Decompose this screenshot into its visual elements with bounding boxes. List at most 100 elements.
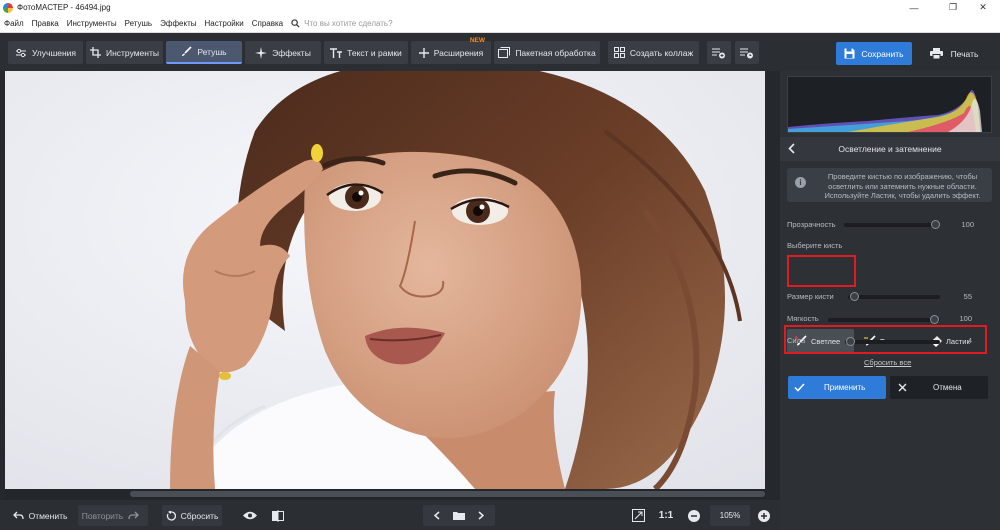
prev-file-button[interactable] xyxy=(427,511,447,520)
menu-edit[interactable]: Правка xyxy=(32,19,59,28)
print-label: Печать xyxy=(950,48,979,59)
minimize-button[interactable]: — xyxy=(897,0,931,15)
menu-tools[interactable]: Инструменты xyxy=(67,19,117,28)
list-add-icon xyxy=(712,48,725,58)
right-panel: Осветление и затемнение i Проведите кист… xyxy=(780,71,1000,530)
back-arrow-icon[interactable] xyxy=(788,143,795,154)
histogram xyxy=(787,76,992,133)
compare-icon xyxy=(272,509,284,522)
cancel-button[interactable]: Отмена xyxy=(890,376,988,399)
brush-lighter-label: Светлее xyxy=(811,336,841,346)
fit-screen-icon xyxy=(631,509,645,522)
tab-text-frames[interactable]: Текст и рамки xyxy=(324,41,408,64)
tab-tools[interactable]: Инструменты xyxy=(86,41,163,64)
panel-title: Осветление и затемнение xyxy=(838,144,942,154)
opacity-label: Прозрачность xyxy=(787,220,836,229)
tab-extensions[interactable]: Расширения NEW xyxy=(411,37,491,64)
actual-size-button[interactable]: 1:1 xyxy=(654,505,678,526)
info-icon: i xyxy=(795,177,806,188)
scrollbar-thumb[interactable] xyxy=(130,491,765,497)
next-file-button[interactable] xyxy=(471,511,491,520)
save-label: Сохранить xyxy=(861,48,904,59)
tab-text-frames-label: Текст и рамки xyxy=(347,47,402,58)
checkmark-icon xyxy=(794,383,805,392)
opacity-slider-knob[interactable] xyxy=(931,220,940,229)
undo-button[interactable]: Отменить xyxy=(8,505,72,526)
tab-enhancements[interactable]: Улучшения xyxy=(8,41,83,64)
brush-select-label: Выберите кисть xyxy=(787,241,843,250)
reset-icon xyxy=(166,510,176,521)
list-clock-icon xyxy=(740,48,753,58)
save-button[interactable]: Сохранить xyxy=(836,42,912,65)
menu-help[interactable]: Справка xyxy=(252,19,283,28)
highlight-box-brush xyxy=(787,255,856,287)
batch-icon xyxy=(498,47,511,58)
brush-size-value: 55 xyxy=(963,292,972,301)
strength-label: Сила xyxy=(787,336,806,345)
opacity-slider[interactable] xyxy=(844,223,939,227)
apply-label: Применить xyxy=(824,383,866,392)
open-folder-button[interactable] xyxy=(447,511,471,520)
redo-label: Повторить xyxy=(81,510,124,521)
strength-value: 4 xyxy=(967,336,972,345)
softness-slider[interactable] xyxy=(828,318,940,322)
reset-button[interactable]: Сбросить xyxy=(162,505,222,526)
redo-button[interactable]: Повторить xyxy=(78,505,148,526)
batch-history-button[interactable] xyxy=(735,41,759,64)
redo-icon xyxy=(128,511,140,520)
horizontal-scrollbar[interactable] xyxy=(5,489,765,499)
maximize-button[interactable]: ❐ xyxy=(936,0,970,15)
photo-canvas[interactable] xyxy=(5,71,765,489)
strength-slider[interactable] xyxy=(845,340,940,344)
apply-button[interactable]: Применить xyxy=(788,376,886,399)
batch-add-button[interactable] xyxy=(707,41,731,64)
brush-size-label: Размер кисти xyxy=(787,292,834,301)
tab-tools-label: Инструменты xyxy=(105,47,159,58)
menu-effects[interactable]: Эффекты xyxy=(160,19,196,28)
menu-settings[interactable]: Настройки xyxy=(204,19,243,28)
tab-extensions-label: Расширения xyxy=(433,47,484,58)
tab-enhancements-label: Улучшения xyxy=(31,47,77,58)
fit-screen-button[interactable] xyxy=(628,505,648,526)
tab-effects[interactable]: Эффекты xyxy=(245,41,321,64)
tab-collage-label: Создать коллаж xyxy=(629,47,694,58)
bottom-bar: Отменить Повторить Сбросить 1:1 105% xyxy=(0,500,780,530)
sliders-icon xyxy=(15,48,26,57)
info-text: Проведите кистью по изображению, чтобы о… xyxy=(824,172,981,200)
portrait-photo xyxy=(5,71,765,489)
plus-circle-icon xyxy=(758,509,770,522)
softness-slider-knob[interactable] xyxy=(930,315,939,324)
brush-size-slider-knob[interactable] xyxy=(850,292,859,301)
tab-retouch[interactable]: Ретушь xyxy=(166,41,242,64)
brush-size-slider[interactable] xyxy=(848,295,940,299)
strength-slider-knob[interactable] xyxy=(846,337,855,346)
menu-search[interactable]: Что вы хотите сделать? xyxy=(291,19,393,28)
floppy-icon xyxy=(844,48,855,59)
crop-icon xyxy=(89,47,101,58)
menu-bar: Файл Правка Инструменты Ретушь Эффекты Н… xyxy=(0,15,1000,33)
zoom-out-button[interactable] xyxy=(686,505,702,526)
zoom-level[interactable]: 105% xyxy=(710,505,750,526)
brush-icon xyxy=(182,46,192,56)
close-window-button[interactable]: ✕ xyxy=(966,0,1000,15)
compare-button[interactable] xyxy=(268,505,288,526)
folder-icon xyxy=(453,512,465,520)
histogram-graph xyxy=(788,89,982,132)
search-placeholder: Что вы хотите сделать? xyxy=(304,19,393,28)
plus-icon xyxy=(418,47,429,58)
tab-collage[interactable]: Создать коллаж xyxy=(608,41,699,64)
file-navigation xyxy=(423,505,495,526)
reset-all-link[interactable]: Сбросить все xyxy=(864,358,911,367)
zoom-in-button[interactable] xyxy=(756,505,772,526)
preview-eye-button[interactable] xyxy=(240,505,260,526)
search-icon xyxy=(291,19,300,28)
new-badge: NEW xyxy=(469,37,485,44)
app-logo-icon xyxy=(3,2,13,13)
menu-retouch[interactable]: Ретушь xyxy=(125,19,153,28)
tab-batch-processing[interactable]: Пакетная обработка xyxy=(494,41,600,64)
close-icon xyxy=(898,383,907,392)
menu-file[interactable]: Файл xyxy=(4,19,24,28)
print-button[interactable]: Печать xyxy=(916,42,992,65)
tab-batch-label: Пакетная обработка xyxy=(515,47,596,58)
info-box: i Проведите кистью по изображению, чтобы… xyxy=(787,168,992,202)
